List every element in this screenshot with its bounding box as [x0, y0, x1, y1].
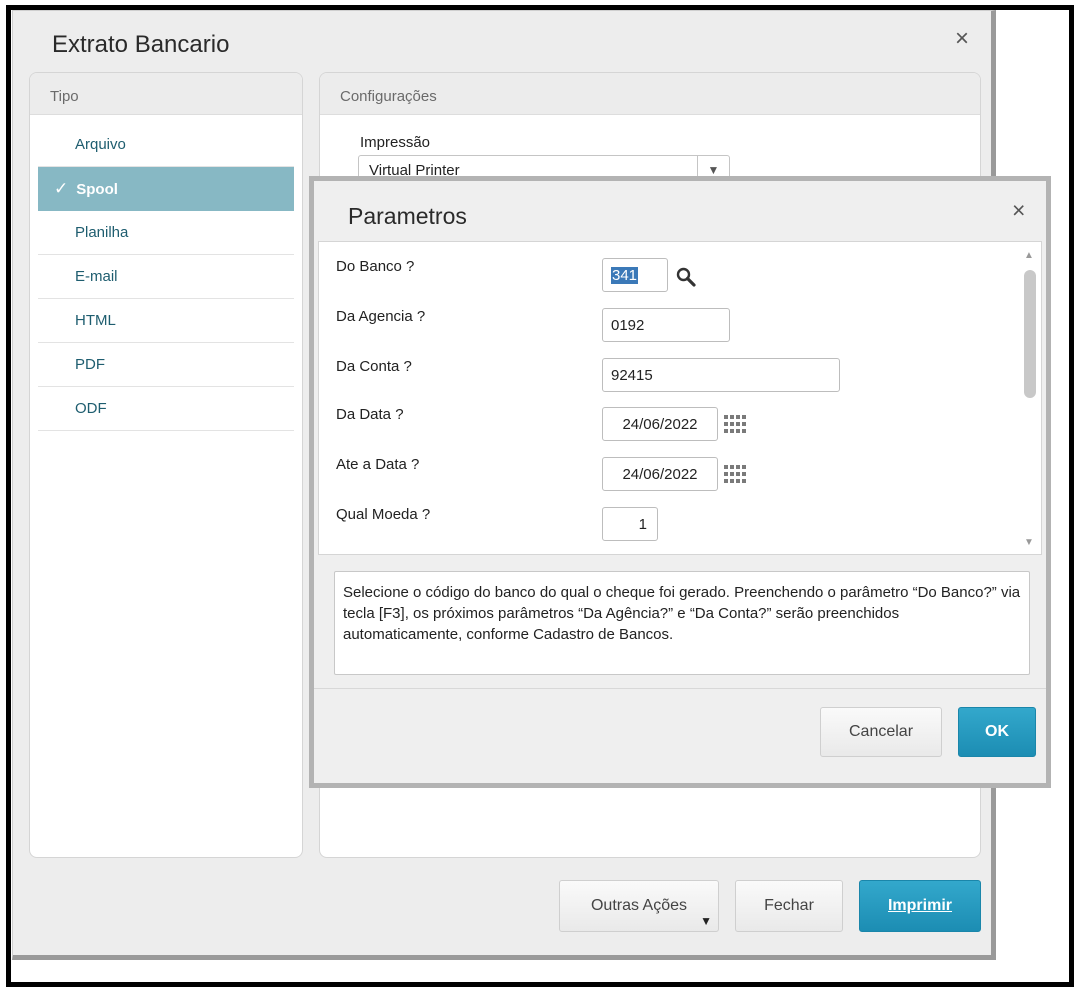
- tipo-item-label: Planilha: [75, 224, 129, 241]
- qual-moeda-input[interactable]: 1: [602, 507, 658, 541]
- tipo-item-html[interactable]: HTML: [38, 299, 294, 343]
- calendar-icon[interactable]: [723, 414, 747, 434]
- do-banco-value: 341: [611, 267, 639, 284]
- scroll-down-icon[interactable]: ▼: [1024, 537, 1034, 548]
- ate-a-data-input[interactable]: 24/06/2022: [602, 457, 718, 491]
- ate-a-data-label: Ate a Data ?: [336, 456, 420, 473]
- tipo-list: Arquivo ✓ Spool Planilha E-mail HTML PDF …: [30, 115, 302, 431]
- da-agencia-input[interactable]: 0192: [602, 308, 730, 342]
- tipo-header: Tipo: [30, 73, 302, 115]
- close-icon[interactable]: ×: [955, 25, 969, 53]
- dialog-title: Extrato Bancario: [52, 31, 230, 58]
- do-banco-input[interactable]: 341: [602, 258, 668, 292]
- tipo-item-arquivo[interactable]: Arquivo: [38, 123, 294, 167]
- parametros-title: Parametros: [348, 203, 467, 229]
- parametros-scroll-area[interactable]: Do Banco ? 341 Da Agencia ? 0192 Da Cont…: [318, 241, 1042, 555]
- da-agencia-label: Da Agencia ?: [336, 308, 426, 325]
- tipo-item-label: E-mail: [75, 268, 118, 285]
- calendar-icon[interactable]: [723, 464, 747, 484]
- imprimir-button[interactable]: Imprimir: [859, 880, 981, 932]
- da-data-label: Da Data ?: [336, 406, 404, 423]
- da-data-input[interactable]: 24/06/2022: [602, 407, 718, 441]
- scroll-up-icon[interactable]: ▲: [1024, 250, 1034, 261]
- tipo-item-label: Spool: [76, 181, 118, 198]
- tipo-item-odf[interactable]: ODF: [38, 387, 294, 431]
- tipo-item-label: PDF: [75, 356, 105, 373]
- qual-moeda-label: Qual Moeda ?: [336, 506, 431, 523]
- tipo-item-label: ODF: [75, 400, 107, 417]
- da-conta-input[interactable]: 92415: [602, 358, 840, 392]
- tipo-item-spool[interactable]: ✓ Spool: [38, 167, 294, 211]
- ok-button[interactable]: OK: [958, 707, 1036, 757]
- da-conta-label: Da Conta ?: [336, 358, 412, 375]
- caret-down-icon: ▼: [700, 914, 712, 928]
- close-icon[interactable]: ×: [1012, 197, 1025, 224]
- outras-acoes-label: Outras Ações: [590, 897, 688, 914]
- parametros-dialog: Parametros × Do Banco ? 341 Da Agencia ?…: [309, 176, 1051, 788]
- tipo-panel: Tipo Arquivo ✓ Spool Planilha E-mail HTML…: [29, 72, 303, 858]
- help-text: Selecione o código do banco do qual o ch…: [334, 571, 1030, 675]
- tipo-item-email[interactable]: E-mail: [38, 255, 294, 299]
- tipo-item-label: HTML: [75, 312, 116, 329]
- vertical-scrollbar[interactable]: ▲ ▼: [1019, 242, 1041, 554]
- search-icon[interactable]: [675, 266, 697, 288]
- scrollbar-thumb[interactable]: [1024, 270, 1036, 398]
- configuracoes-header: Configurações: [320, 73, 980, 115]
- check-icon: ✓: [54, 179, 69, 198]
- divider: [314, 688, 1046, 689]
- fechar-button[interactable]: Fechar: [735, 880, 843, 932]
- tipo-item-label: Arquivo: [75, 136, 126, 153]
- tipo-item-pdf[interactable]: PDF: [38, 343, 294, 387]
- do-banco-label: Do Banco ?: [336, 258, 415, 275]
- outras-acoes-button[interactable]: Outras Ações ▼: [559, 880, 719, 932]
- tipo-item-planilha[interactable]: Planilha: [38, 211, 294, 255]
- impressao-label: Impressão: [360, 134, 431, 151]
- cancelar-button[interactable]: Cancelar: [820, 707, 942, 757]
